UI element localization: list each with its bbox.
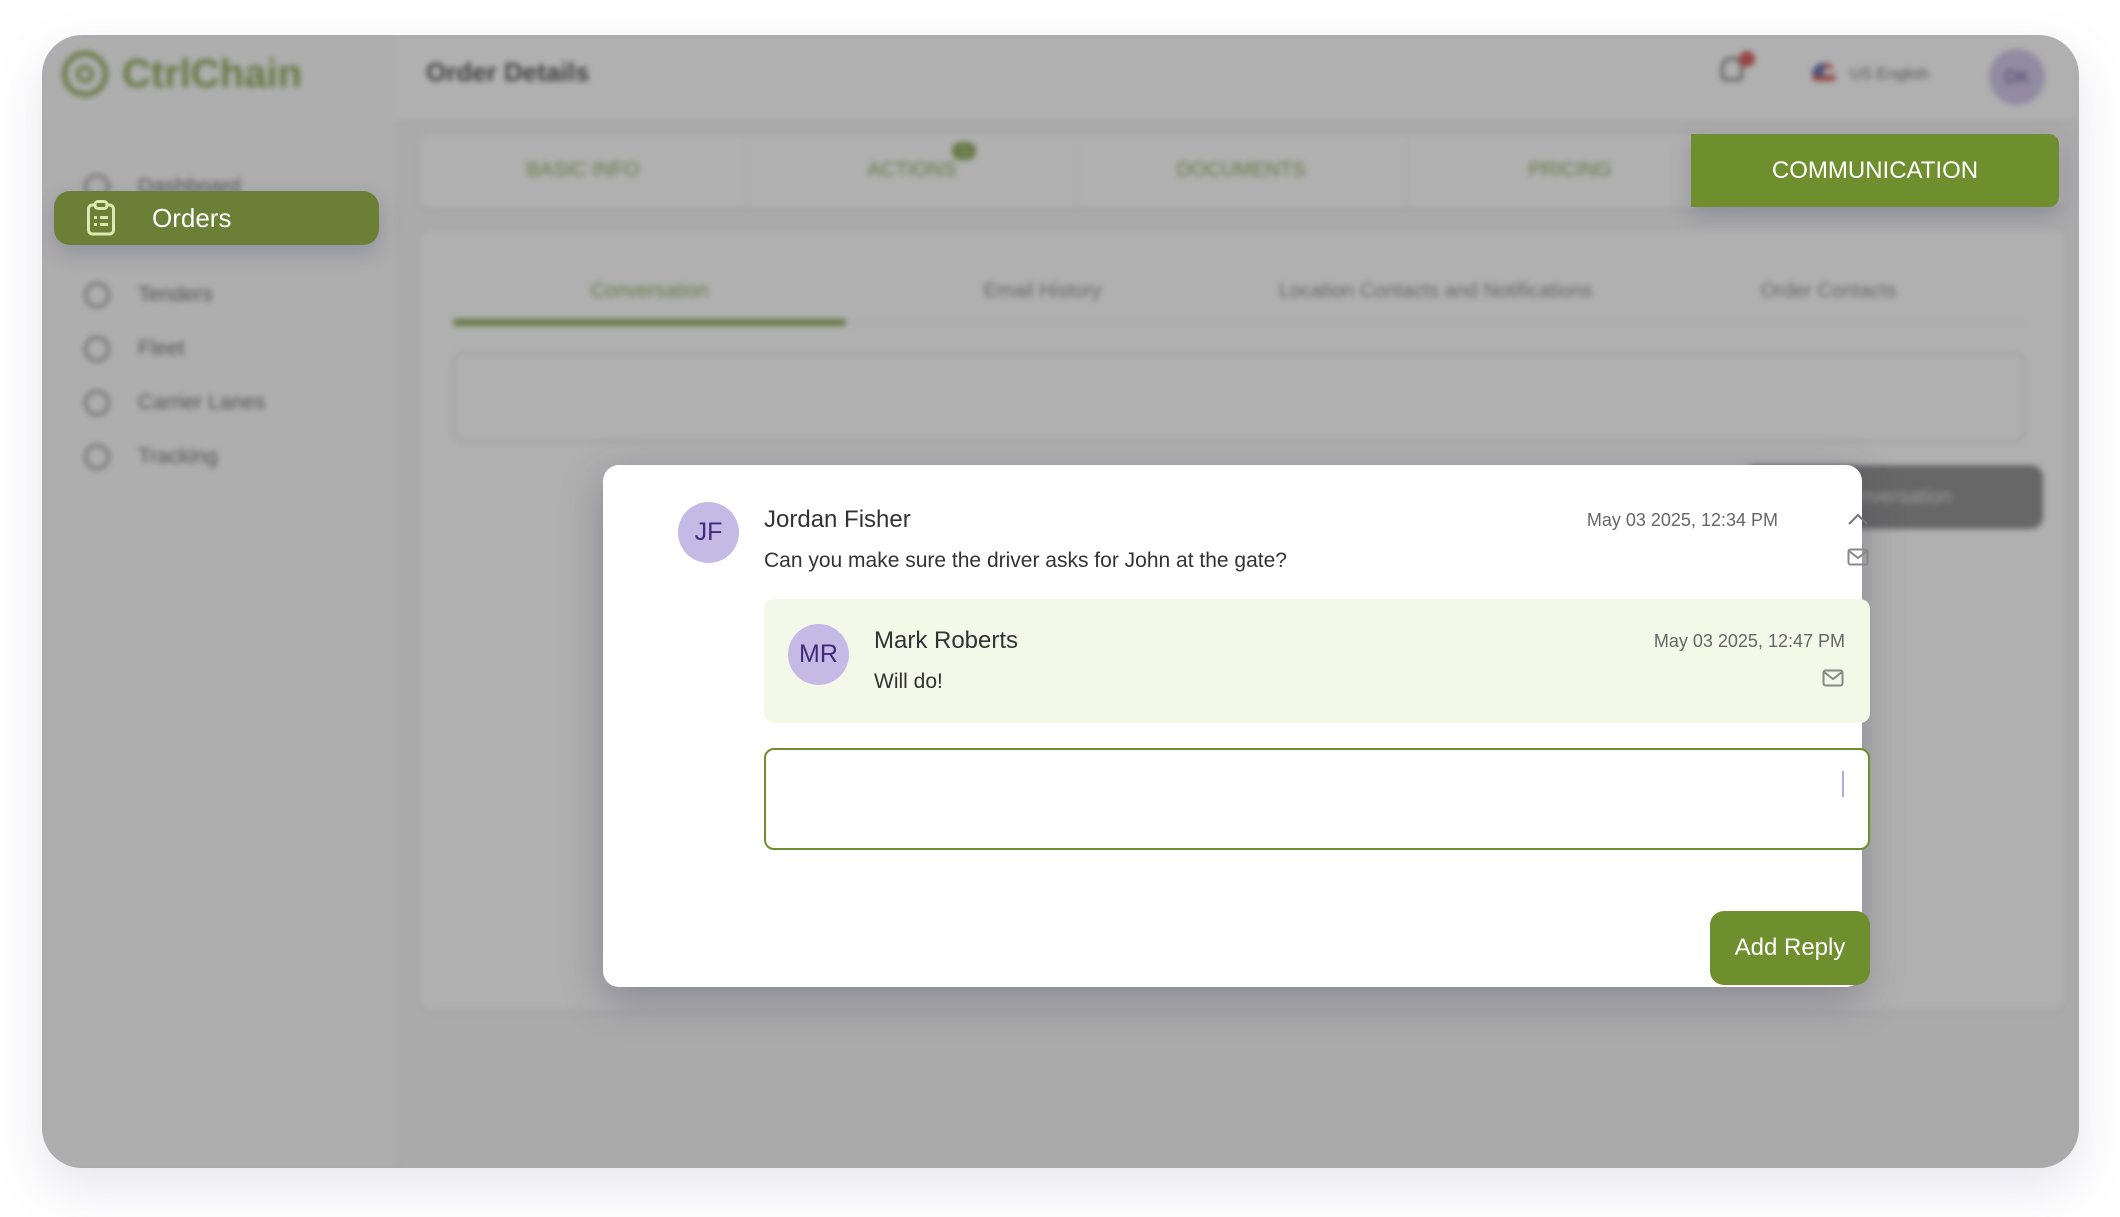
app-window: CtrlChain Dashboard Tenders Fleet Carrie… [42, 35, 2079, 1168]
mail-icon[interactable] [1847, 548, 1869, 566]
text-cursor [1842, 771, 1844, 797]
message-text: Can you make sure the driver asks for Jo… [764, 549, 1287, 572]
mail-icon[interactable] [1822, 669, 1844, 687]
avatar: MR [788, 624, 849, 685]
avatar: JF [678, 502, 739, 563]
message-timestamp: May 03 2025, 12:34 PM [1586, 510, 1778, 530]
reply-text: Will do! [874, 670, 943, 693]
reply-input[interactable] [764, 748, 1870, 850]
conversation-thread-modal: JF Jordan Fisher Can you make sure the d… [603, 465, 1870, 987]
clipboard-list-icon [87, 200, 115, 236]
message-author: Jordan Fisher [764, 506, 911, 533]
reply-message: MR Mark Roberts Will do! May 03 2025, 12… [764, 599, 1870, 723]
sidebar-item-label: Orders [152, 202, 232, 233]
add-reply-button[interactable]: Add Reply [1710, 911, 1870, 985]
tab-communication[interactable]: COMMUNICATION [1691, 134, 2059, 207]
chevron-up-icon[interactable] [1847, 511, 1869, 527]
tab-label: COMMUNICATION [1771, 156, 1979, 184]
sidebar-item-orders[interactable]: Orders [54, 191, 379, 245]
reply-timestamp: May 03 2025, 12:47 PM [1653, 631, 1845, 651]
reply-author: Mark Roberts [874, 627, 1019, 654]
